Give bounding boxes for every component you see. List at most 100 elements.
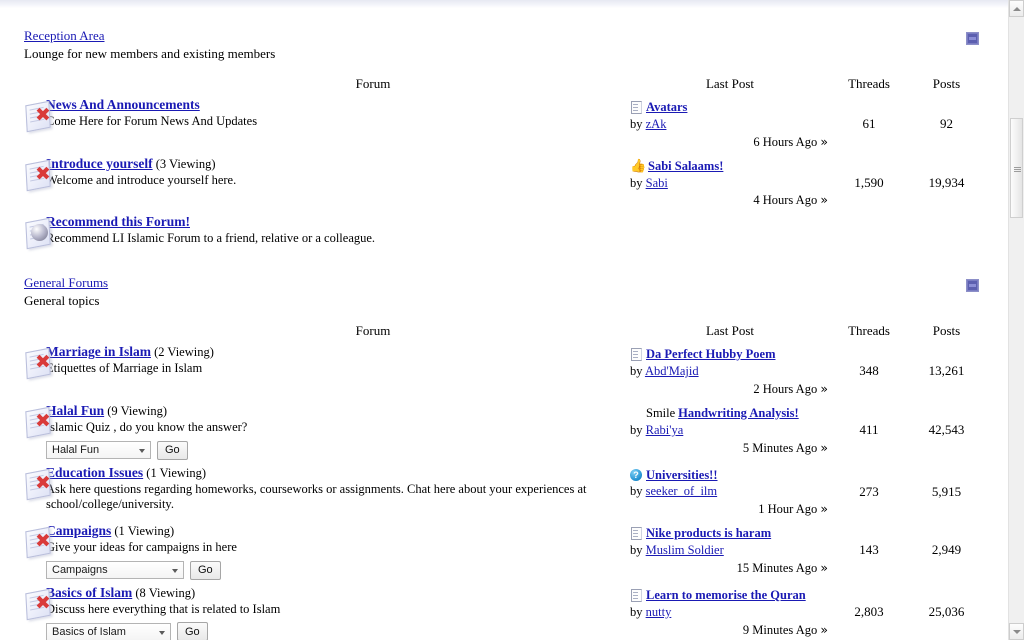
threads-count-cell: 411 xyxy=(859,421,879,437)
last-post-author-line: by seeker_of_ilm xyxy=(630,483,830,500)
last-post-arrow-icon[interactable]: » xyxy=(820,440,828,455)
forum-offlimits-icon: ✖ xyxy=(22,348,56,380)
column-header-last-post: Last Post xyxy=(705,76,755,91)
posts-count-cell: 25,036 xyxy=(928,603,965,619)
subforum-select[interactable]: Basics of Islam xyxy=(46,622,171,640)
posts-count-cell xyxy=(908,209,985,248)
category-collapse-button[interactable] xyxy=(966,32,979,45)
last-post-arrow-icon[interactable]: » xyxy=(820,134,828,149)
last-post-title-holder: Universities!! xyxy=(646,467,718,484)
last-post-author-link[interactable]: Rabi'ya xyxy=(646,423,684,437)
posts-count-cell: 19,934 xyxy=(928,174,965,190)
last-post-block: Smile Handwriting Analysis! by Rabi'ya 5 Mi… xyxy=(630,398,830,457)
forum-name-line: Campaigns (1 Viewing) xyxy=(46,523,630,539)
forum-title-link[interactable]: Education Issues xyxy=(46,465,143,480)
last-post-prefix: Smile xyxy=(646,405,676,420)
header-spacer xyxy=(0,323,46,339)
last-post-arrow-icon[interactable]: » xyxy=(820,501,828,516)
last-post-author-link[interactable]: Sabi xyxy=(646,176,668,190)
scroll-up-button[interactable] xyxy=(1009,0,1024,17)
forum-title-link[interactable]: Introduce yourself xyxy=(46,156,153,171)
last-post-title-line: Nike products is haram xyxy=(630,525,830,542)
forum-info-cell: Recommend this Forum! Recommend LI Islami… xyxy=(46,209,630,248)
subforum-go-button[interactable]: Go xyxy=(190,560,221,580)
question-glyph: ? xyxy=(630,468,642,481)
chevron-down-icon xyxy=(139,449,145,453)
last-post-title-holder: Learn to memorise the Quran xyxy=(646,587,806,604)
forum-info-cell: Marriage in Islam (2 Viewing) Etiquettes … xyxy=(46,339,630,398)
last-post-title-line: Avatars xyxy=(630,99,830,116)
forum-icon-cell: ✖ xyxy=(0,580,51,640)
subforum-go-button[interactable]: Go xyxy=(177,622,208,640)
last-post-author-link[interactable]: nutty xyxy=(646,605,672,619)
threads-count-cell: 61 xyxy=(862,116,876,131)
forum-title-link[interactable]: Basics of Islam xyxy=(46,585,132,600)
forum-table-header-row: Forum Last Post Threads Posts xyxy=(0,76,985,92)
page-shape xyxy=(631,527,642,541)
last-post-block: ? Universities!! by seeker_of_ilm 1 Hour Ag… xyxy=(630,460,830,519)
last-post-by-label: by xyxy=(630,543,646,557)
scrollbar-thumb[interactable] xyxy=(1010,118,1023,218)
last-post-author-link[interactable]: zAk xyxy=(646,117,667,131)
last-post-block: Da Perfect Hubby Poem by Abd'Majid 2 Hours… xyxy=(630,339,830,398)
forum-icon-cell: ✖ xyxy=(0,398,51,460)
category-collapse-button[interactable] xyxy=(966,279,979,293)
last-post-arrow-icon[interactable]: » xyxy=(820,560,828,575)
forum-name-line: News And Announcements xyxy=(46,97,630,113)
last-post-title-link[interactable]: Universities!! xyxy=(646,468,718,482)
last-post-author-link[interactable]: Muslim Soldier xyxy=(646,543,724,557)
last-post-title-link[interactable]: Sabi Salaams! xyxy=(648,159,723,173)
forum-info-cell: Basics of Islam (8 Viewing) Discuss here … xyxy=(46,580,630,640)
forum-description: Etiquettes of Marriage in Islam xyxy=(46,361,203,376)
forum-title-link[interactable]: Recommend this Forum! xyxy=(46,214,190,229)
last-post-time-text: 9 Minutes Ago xyxy=(742,622,821,637)
column-header-threads: Threads xyxy=(848,323,890,339)
last-post-author-line: by nutty xyxy=(630,604,830,621)
subforum-go-button[interactable]: Go xyxy=(157,440,188,460)
last-post-author-link[interactable]: seeker_of_ilm xyxy=(646,484,718,498)
chevron-down-icon xyxy=(172,569,178,574)
subforum-select[interactable]: Campaigns xyxy=(46,561,184,580)
forum-viewing-count: (1 Viewing) xyxy=(143,465,207,480)
forum-title-link[interactable]: News And Announcements xyxy=(46,97,200,112)
category-title-link[interactable]: Reception Area xyxy=(24,28,105,44)
last-post-title-link[interactable]: Avatars xyxy=(646,100,687,114)
forum-name-line: Education Issues (1 Viewing) xyxy=(46,465,630,481)
subforum-select[interactable]: Halal Fun xyxy=(46,441,151,459)
last-post-title-link[interactable]: Handwriting Analysis! xyxy=(678,406,799,420)
forum-name-line: Basics of Islam (8 Viewing) xyxy=(46,585,630,601)
thread-page-icon xyxy=(630,348,642,362)
forum-row: ✖ Education Issues (1 Viewing) Ask here qu… xyxy=(0,460,985,519)
page-shape xyxy=(631,101,642,114)
scroll-down-button[interactable] xyxy=(1009,623,1024,640)
threads-count-cell xyxy=(830,209,908,248)
category-description: Lounge for new members and existing memb… xyxy=(24,46,276,61)
x-mark-shape: ✖ xyxy=(35,530,51,553)
forum-row: ✖ Marriage in Islam (2 Viewing) Etiquettes… xyxy=(0,339,985,398)
last-post-title-link[interactable]: Da Perfect Hubby Poem xyxy=(646,347,775,361)
forum-description: Welcome and introduce yourself here. xyxy=(46,172,237,187)
forum-title-link[interactable]: Marriage in Islam xyxy=(46,344,151,359)
last-post-author-line: by Rabi'ya xyxy=(630,422,830,439)
vertical-scrollbar[interactable] xyxy=(1008,0,1024,640)
threads-count-cell: 2,803 xyxy=(854,603,884,619)
last-post-cell: ? Universities!! by seeker_of_ilm 1 Hour Ag… xyxy=(630,460,830,519)
last-post-arrow-icon[interactable]: » xyxy=(820,381,828,396)
last-post-block: Learn to memorise the Quran by nutty 9 Min… xyxy=(630,580,830,639)
subforum-select-value: Campaigns xyxy=(52,564,108,577)
last-post-arrow-icon[interactable]: » xyxy=(820,622,828,637)
category-title-link[interactable]: General Forums xyxy=(24,275,108,291)
last-post-title-link[interactable]: Learn to memorise the Quran xyxy=(646,588,806,602)
last-post-author-link[interactable]: Abd'Majid xyxy=(645,364,699,378)
x-mark-shape: ✖ xyxy=(35,471,51,494)
forum-offlimits-icon: ✖ xyxy=(22,588,56,620)
last-post-title-link[interactable]: Nike products is haram xyxy=(646,526,771,540)
last-post-arrow-icon[interactable]: » xyxy=(820,192,828,207)
last-post-title-line: ? Universities!! xyxy=(630,467,830,484)
forum-viewing-count: (3 Viewing) xyxy=(152,156,216,171)
forum-icon-cell: ✖ xyxy=(0,151,51,210)
last-post-author-line: by zAk xyxy=(630,116,830,133)
forum-offlimits-icon: ✖ xyxy=(22,406,56,439)
threads-count-cell: 273 xyxy=(859,483,879,499)
forum-row: ✖ Introduce yourself (3 Viewing) Welcome a… xyxy=(0,151,985,210)
